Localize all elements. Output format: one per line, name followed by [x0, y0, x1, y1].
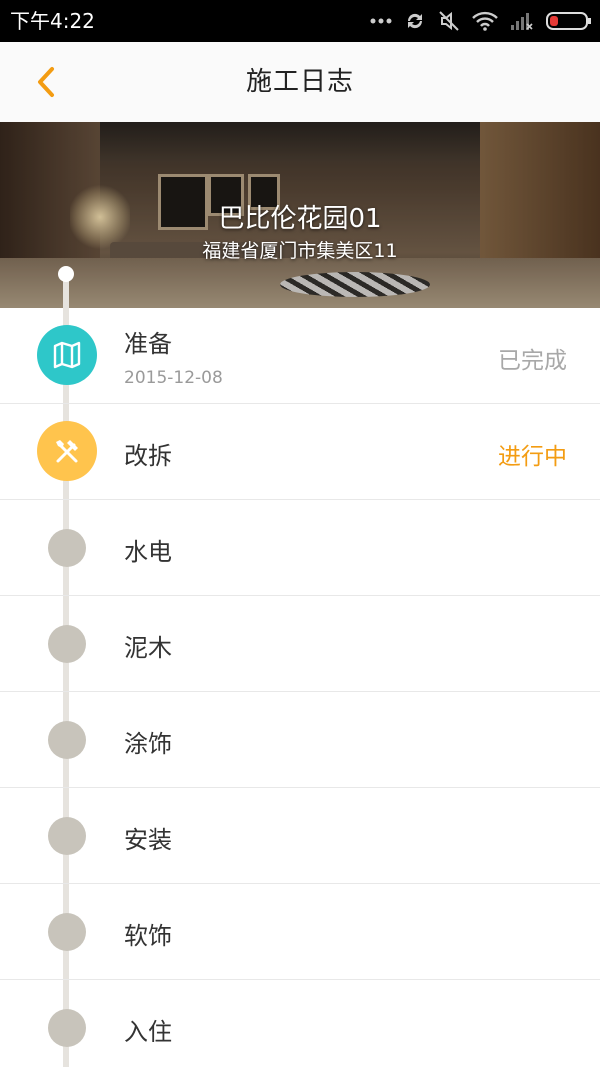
- wifi-icon: [472, 11, 498, 31]
- stage-row-plumbing[interactable]: 水电: [0, 500, 600, 596]
- tools-icon: [56, 440, 78, 463]
- stage-status: 已完成: [498, 348, 567, 374]
- stage-label: 软饰: [124, 922, 172, 950]
- stage-date: 2015-12-08: [124, 368, 223, 388]
- stage-row-decoration[interactable]: 软饰: [0, 884, 600, 980]
- stage-row-installation[interactable]: 安装: [0, 788, 600, 884]
- stage-node-pending: [48, 529, 86, 567]
- stage-row-move-in[interactable]: 入住: [0, 980, 600, 1075]
- stage-label: 改拆: [124, 442, 172, 470]
- sync-icon: [404, 10, 426, 32]
- stage-row-prepare[interactable]: 准备 2015-12-08 已完成: [0, 308, 600, 404]
- stage-node-pending: [48, 913, 86, 951]
- stage-node-pending: [48, 817, 86, 855]
- status-icons: [370, 8, 592, 34]
- project-banner: 巴比伦花园01 福建省厦门市集美区11: [0, 122, 600, 308]
- stage-label: 入住: [124, 1018, 172, 1046]
- stage-list: 准备 2015-12-08 已完成 改拆 进行中 水电 泥木 涂饰 安装 软饰 …: [0, 308, 600, 1075]
- stage-row-demolition[interactable]: 改拆 进行中: [0, 404, 600, 500]
- project-name: 巴比伦花园01: [218, 204, 382, 234]
- stage-label: 涂饰: [124, 730, 172, 758]
- stage-label: 安装: [124, 826, 172, 854]
- mute-icon: [438, 10, 460, 32]
- stage-label: 水电: [124, 538, 172, 566]
- stage-node-pending: [48, 625, 86, 663]
- stage-node-pending: [48, 1009, 86, 1047]
- page-title: 施工日志: [245, 67, 354, 97]
- signal-icon: [510, 11, 534, 31]
- status-bar: 下午4:22: [0, 0, 600, 42]
- project-address: 福建省厦门市集美区11: [202, 240, 398, 262]
- app-header: 施工日志: [0, 42, 600, 123]
- map-icon: [53, 341, 81, 369]
- stage-label: 泥木: [124, 634, 172, 662]
- battery-icon: [546, 11, 592, 31]
- stage-row-masonry[interactable]: 泥木: [0, 596, 600, 692]
- stage-node-pending: [48, 721, 86, 759]
- stage-label: 准备: [124, 330, 172, 358]
- stage-status: 进行中: [498, 444, 567, 470]
- stage-row-painting[interactable]: 涂饰: [0, 692, 600, 788]
- timeline-start-dot: [58, 266, 74, 282]
- stage-node-in-progress: [37, 421, 97, 481]
- stage-node-completed: [37, 325, 97, 385]
- more-dots-icon: [370, 18, 392, 24]
- status-time: 下午4:22: [10, 9, 95, 33]
